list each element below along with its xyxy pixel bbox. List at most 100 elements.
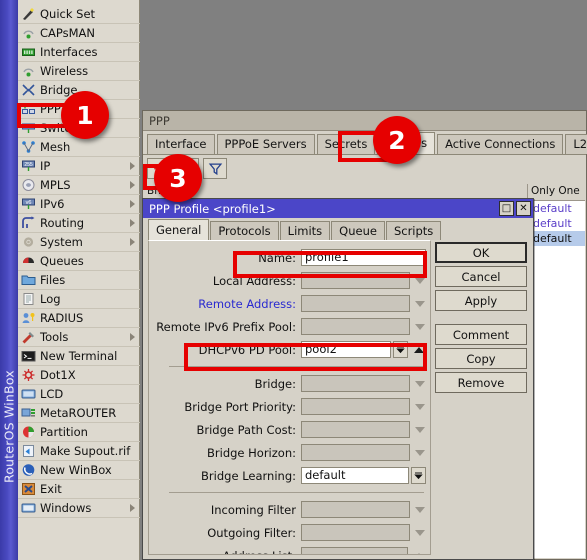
field-input-bridge-learning[interactable]: default bbox=[301, 467, 409, 484]
dot1x-icon bbox=[21, 368, 36, 382]
sidebar-item-new-winbox[interactable]: New WinBox bbox=[18, 461, 140, 480]
sidebar-item-wireless[interactable]: Wireless bbox=[18, 62, 140, 81]
field-input-remote-ipv6-prefix-pool[interactable] bbox=[301, 318, 410, 335]
sidebar-item-mesh[interactable]: Mesh bbox=[18, 138, 140, 157]
remove-button[interactable]: Remove bbox=[435, 372, 527, 393]
sidebar-item-label: Dot1X bbox=[40, 368, 76, 382]
chevron-down-icon[interactable] bbox=[413, 524, 426, 541]
field-input-bridge[interactable] bbox=[301, 375, 410, 392]
collapse-arrow-icon[interactable] bbox=[411, 341, 426, 358]
sidebar-item-interfaces[interactable]: Interfaces bbox=[18, 43, 140, 62]
supout-icon bbox=[23, 445, 34, 457]
sidebar-item-capsman[interactable]: CAPsMAN bbox=[18, 24, 140, 43]
field-input-remote-address[interactable] bbox=[301, 295, 410, 312]
sidebar-item-ip[interactable]: 255 IP bbox=[18, 157, 140, 176]
sidebar-item-metarouter[interactable]: MetaROUTER bbox=[18, 404, 140, 423]
sidebar-item-dot1x[interactable]: Dot1X bbox=[18, 366, 140, 385]
general-form-panel: Name: profile1 Local Address: Remote Addres… bbox=[148, 240, 431, 555]
sidebar-item-radius[interactable]: RADIUS bbox=[18, 309, 140, 328]
sidebar-item-label: Wireless bbox=[40, 64, 89, 78]
sidebar-item-routing[interactable]: Routing bbox=[18, 214, 140, 233]
metarouter-icon bbox=[21, 406, 36, 420]
ppp-tab-active-connections[interactable]: Active Connections bbox=[437, 134, 564, 154]
form-row-dhcpv6-pd-pool: DHCPv6 PD Pool: pool2 bbox=[149, 338, 430, 361]
dialog-tab-queue[interactable]: Queue bbox=[331, 221, 385, 240]
dialog-tab-protocols[interactable]: Protocols bbox=[210, 221, 279, 240]
comment-button[interactable]: Comment bbox=[435, 324, 527, 345]
dialog-tab-general[interactable]: General bbox=[148, 219, 210, 240]
ppp-tab-interface[interactable]: Interface bbox=[147, 134, 215, 154]
field-label-remote-address: Remote Address: bbox=[198, 296, 296, 311]
field-input-dhcpv6-pd-pool[interactable]: pool2 bbox=[301, 341, 391, 358]
app-brand-label: RouterOS WinBox bbox=[1, 370, 17, 484]
field-input-incoming-filter[interactable] bbox=[301, 501, 410, 518]
sidebar-item-mpls[interactable]: MPLS bbox=[18, 176, 140, 195]
sidebar-item-queues[interactable]: Queues bbox=[18, 252, 140, 271]
mesh-icon bbox=[21, 140, 36, 154]
maximize-button[interactable]: □ bbox=[499, 201, 514, 216]
sidebar-item-lcd[interactable]: LCD bbox=[18, 385, 140, 404]
chevron-down-icon[interactable] bbox=[413, 318, 426, 335]
sidebar-item-new-terminal[interactable]: New Terminal bbox=[18, 347, 140, 366]
field-input-local-address[interactable] bbox=[301, 272, 410, 289]
collapse-arrow-icon[interactable] bbox=[411, 547, 426, 554]
field-label-dhcpv6-pd-pool: DHCPv6 PD Pool: bbox=[198, 342, 296, 357]
form-row-outgoing-filter: Outgoing Filter: bbox=[149, 521, 430, 544]
ppp-window-titlebar: PPP bbox=[143, 111, 586, 131]
field-label-bridge: Bridge: bbox=[254, 376, 296, 391]
sidebar-item-make-supout-rif[interactable]: Make Supout.rif bbox=[18, 442, 140, 461]
dialog-titlebar: PPP Profile <profile1> □ ✕ bbox=[143, 199, 533, 218]
sidebar-item-quick-set[interactable]: Quick Set bbox=[18, 5, 140, 24]
chevron-down-icon[interactable] bbox=[413, 295, 426, 312]
form-row-bridge-path-cost: Bridge Path Cost: bbox=[149, 418, 430, 441]
chevron-down-icon[interactable] bbox=[413, 272, 426, 289]
dialog-tab-scripts[interactable]: Scripts bbox=[385, 221, 442, 240]
folder-icon bbox=[21, 275, 36, 285]
filter-button[interactable] bbox=[203, 158, 227, 179]
table-column-header[interactable]: Only One bbox=[528, 184, 585, 200]
sidebar-item-partition[interactable]: Partition bbox=[18, 423, 140, 442]
field-input-address-list[interactable] bbox=[301, 547, 408, 554]
chevron-down-icon[interactable] bbox=[413, 501, 426, 518]
dialog-tab-limits[interactable]: Limits bbox=[279, 221, 331, 240]
ppp-tab-l2tp-secrets[interactable]: L2TP Secrets bbox=[565, 134, 587, 154]
chevron-right-icon bbox=[130, 200, 135, 208]
antenna-icon bbox=[21, 26, 36, 40]
supout-icon bbox=[21, 444, 36, 458]
chevron-down-icon[interactable] bbox=[413, 421, 426, 438]
chevron-down-icon[interactable] bbox=[413, 444, 426, 461]
apply-button[interactable]: Apply bbox=[435, 290, 527, 311]
metarouter-icon bbox=[21, 408, 35, 417]
ppp-tab-bar: InterfacePPPoE ServersSecretsProfilesAct… bbox=[143, 131, 587, 154]
chevron-down-icon[interactable] bbox=[413, 398, 426, 415]
sidebar-item-tools[interactable]: Tools bbox=[18, 328, 140, 347]
ppp-tab-secrets[interactable]: Secrets bbox=[316, 134, 376, 154]
sidebar-item-log[interactable]: Log bbox=[18, 290, 140, 309]
sidebar-item-system[interactable]: System bbox=[18, 233, 140, 252]
step-badge-3: 3 bbox=[154, 154, 202, 202]
field-input-name[interactable]: profile1 bbox=[301, 249, 426, 266]
close-button[interactable]: ✕ bbox=[516, 201, 531, 216]
field-input-bridge-path-cost[interactable] bbox=[301, 421, 410, 438]
form-row-name: Name: profile1 bbox=[149, 246, 430, 269]
terminal-icon bbox=[21, 351, 36, 362]
cancel-button[interactable]: Cancel bbox=[435, 266, 527, 287]
dot1x-icon bbox=[22, 369, 35, 381]
chevron-down-icon[interactable] bbox=[413, 375, 426, 392]
interface-icon bbox=[22, 48, 35, 56]
dropdown-button[interactable] bbox=[411, 467, 426, 484]
ppp-tab-pppoe-servers[interactable]: PPPoE Servers bbox=[216, 134, 315, 154]
sidebar-item-windows[interactable]: Windows bbox=[18, 499, 140, 518]
field-input-bridge-horizon[interactable] bbox=[301, 444, 410, 461]
dialog-button-column: OK Cancel Apply Comment Copy Remove bbox=[435, 242, 527, 396]
sidebar-item-ipv6[interactable]: v6 IPv6 bbox=[18, 195, 140, 214]
ok-button[interactable]: OK bbox=[435, 242, 527, 263]
copy-button[interactable]: Copy bbox=[435, 348, 527, 369]
field-input-bridge-port-priority[interactable] bbox=[301, 398, 410, 415]
sidebar-item-exit[interactable]: Exit bbox=[18, 480, 140, 499]
sidebar-item-files[interactable]: Files bbox=[18, 271, 140, 290]
field-input-outgoing-filter[interactable] bbox=[301, 524, 410, 541]
log-icon bbox=[21, 292, 36, 306]
step-badge-1: 1 bbox=[61, 91, 109, 139]
dropdown-button[interactable] bbox=[393, 341, 408, 358]
